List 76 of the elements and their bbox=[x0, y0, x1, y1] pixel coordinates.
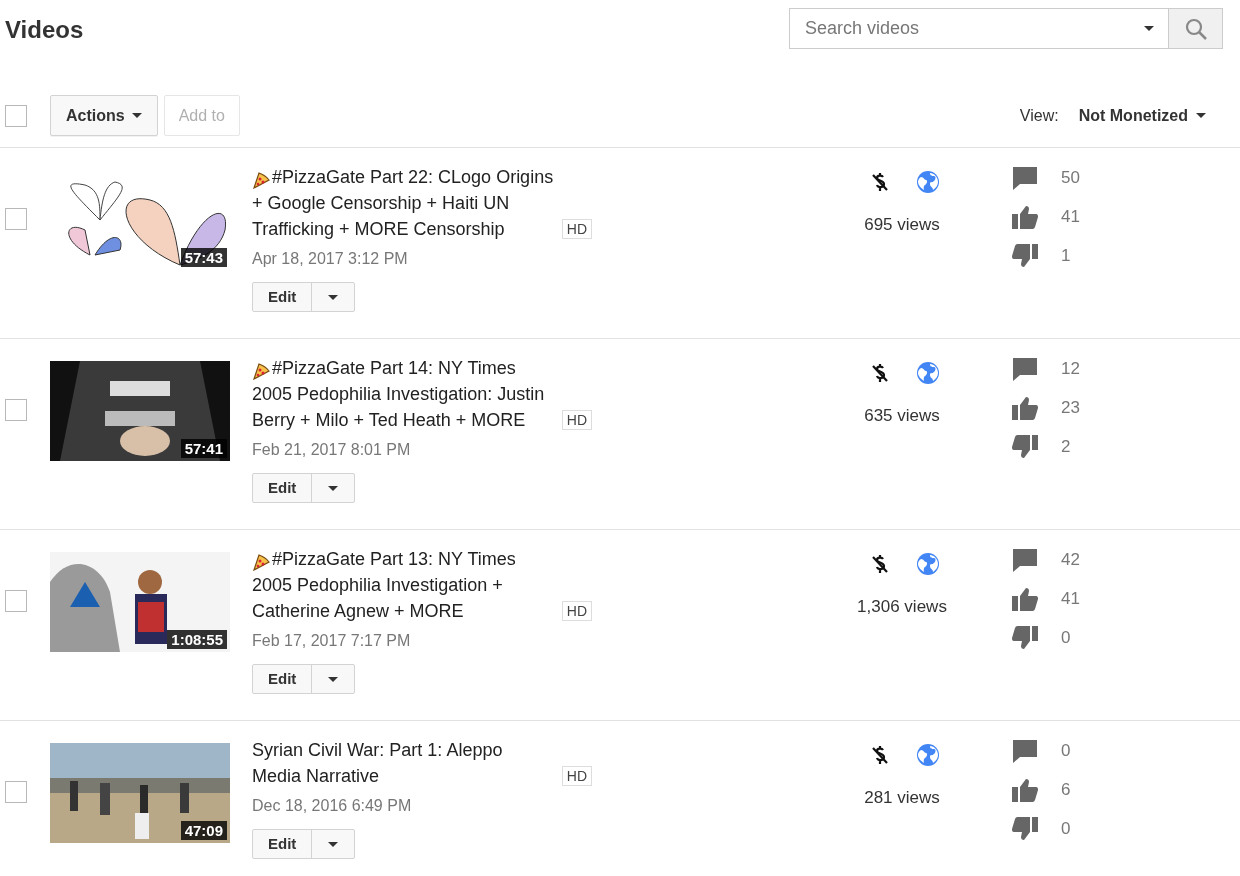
caret-icon bbox=[328, 485, 339, 491]
thumbs-up-icon bbox=[1012, 396, 1038, 420]
thumbs-down-icon bbox=[1012, 817, 1038, 841]
view-dropdown[interactable]: Not Monetized bbox=[1078, 103, 1206, 128]
view-label: View: bbox=[1019, 105, 1059, 126]
comment-icon bbox=[1012, 548, 1038, 572]
upload-date: Feb 21, 2017 8:01 PM bbox=[252, 440, 412, 460]
view-count: 695 views bbox=[864, 214, 940, 236]
video-duration: 57:41 bbox=[180, 439, 227, 458]
dislike-count: 0 bbox=[1061, 818, 1071, 841]
globe-icon bbox=[915, 552, 940, 576]
edit-button[interactable]: Edit bbox=[253, 474, 312, 502]
comment-icon bbox=[1012, 739, 1038, 763]
caret-icon bbox=[328, 841, 339, 847]
checkbox[interactable] bbox=[5, 590, 27, 612]
dislike-count: 0 bbox=[1061, 627, 1071, 650]
page-title: Videos bbox=[5, 15, 84, 45]
like-count: 41 bbox=[1061, 588, 1080, 611]
checkbox[interactable] bbox=[5, 208, 27, 230]
video-title[interactable]: #PizzaGate Part 14: NY Times 2005 Pedophilia Investigation: Justin Berry + Milo + Ted Heath + MORE bbox=[252, 355, 554, 433]
video-title[interactable]: #PizzaGate Part 13: NY Times 2005 Pedophilia Investigation + Catherine Agnew + MORE bbox=[252, 546, 554, 624]
edit-button[interactable]: Edit bbox=[253, 830, 312, 858]
globe-icon bbox=[915, 361, 940, 385]
upload-date: Dec 18, 2016 6:49 PM bbox=[252, 796, 413, 816]
no-dollar-icon bbox=[870, 362, 889, 384]
search-icon bbox=[1184, 17, 1207, 40]
caret-icon bbox=[1196, 113, 1206, 118]
dislike-count: 2 bbox=[1061, 436, 1071, 459]
caret-icon bbox=[328, 676, 339, 682]
caret-icon bbox=[328, 294, 339, 300]
search-box[interactable]: Search videos bbox=[789, 8, 1169, 49]
upload-date: Apr 18, 2017 3:12 PM bbox=[252, 249, 409, 269]
actions-button[interactable]: Actions bbox=[50, 95, 158, 136]
thumbs-down-icon bbox=[1012, 626, 1038, 650]
comment-icon bbox=[1012, 166, 1038, 190]
search-field[interactable]: Search videos bbox=[805, 15, 1105, 42]
no-dollar-icon bbox=[870, 744, 889, 766]
video-duration: 57:43 bbox=[180, 248, 227, 267]
caret-icon bbox=[1144, 26, 1154, 31]
checkbox[interactable] bbox=[5, 781, 27, 803]
video-title[interactable]: #PizzaGate Part 22: CLogo Origins + Google Censorship + Haiti UN Trafficking + MORE Censorship bbox=[252, 164, 554, 242]
search-button[interactable] bbox=[1169, 8, 1223, 49]
video-duration: 47:09 bbox=[180, 821, 227, 840]
hd-badge: HD bbox=[561, 766, 592, 786]
video-title[interactable]: Syrian Civil War: Part 1: Aleppo Media Narrative bbox=[252, 737, 554, 789]
comment-count: 50 bbox=[1061, 167, 1080, 190]
view-count: 1,306 views bbox=[857, 596, 947, 618]
comment-icon bbox=[1012, 357, 1038, 381]
comment-count: 12 bbox=[1061, 358, 1080, 381]
like-count: 41 bbox=[1061, 206, 1080, 229]
like-count: 23 bbox=[1061, 397, 1080, 420]
thumbs-up-icon bbox=[1012, 778, 1038, 802]
comment-count: 0 bbox=[1061, 740, 1071, 763]
like-count: 6 bbox=[1061, 779, 1071, 802]
thumbs-up-icon bbox=[1012, 205, 1038, 229]
hd-badge: HD bbox=[561, 601, 592, 621]
globe-icon bbox=[915, 743, 940, 767]
thumbs-down-icon bbox=[1012, 244, 1038, 268]
no-dollar-icon bbox=[870, 171, 889, 193]
comment-count: 42 bbox=[1061, 549, 1080, 572]
hd-badge: HD bbox=[561, 219, 592, 239]
edit-button[interactable]: Edit bbox=[253, 283, 312, 311]
no-dollar-icon bbox=[870, 553, 889, 575]
view-count: 635 views bbox=[864, 405, 940, 427]
checkbox[interactable] bbox=[5, 399, 27, 421]
globe-icon bbox=[915, 170, 940, 194]
thumbs-up-icon bbox=[1012, 587, 1038, 611]
upload-date: Feb 17, 2017 7:17 PM bbox=[252, 631, 412, 651]
view-count: 281 views bbox=[864, 787, 940, 809]
checkbox[interactable] bbox=[5, 104, 27, 127]
video-duration: 1:08:55 bbox=[167, 630, 227, 649]
thumbs-down-icon bbox=[1012, 435, 1038, 459]
hd-badge: HD bbox=[561, 410, 592, 430]
dislike-count: 1 bbox=[1061, 245, 1071, 268]
edit-button[interactable]: Edit bbox=[253, 665, 312, 693]
caret-icon bbox=[131, 113, 142, 118]
